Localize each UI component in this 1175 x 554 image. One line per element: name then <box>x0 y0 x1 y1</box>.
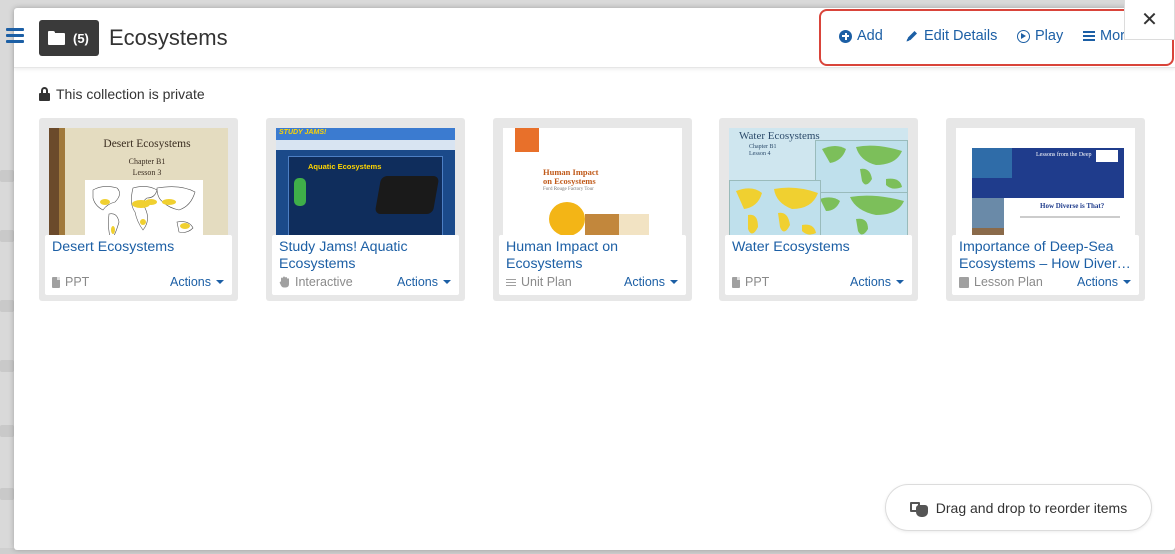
actions-label: Actions <box>170 275 211 289</box>
privacy-text: This collection is private <box>56 86 205 102</box>
item-actions-dropdown[interactable]: Actions <box>397 275 451 289</box>
item-title-link[interactable]: Human Impact on Ecosystems <box>506 239 679 274</box>
collection-count-badge: (5) <box>39 20 99 56</box>
thumbnail-subtitle: Chapter B1 Lesson 3 <box>67 156 227 178</box>
item-info: Importance of Deep-Sea Ecosystems – How … <box>952 235 1139 295</box>
thumbnail-heading: How Diverse is That? <box>1040 202 1105 210</box>
item-thumbnail[interactable]: Lessons from the Deep How Diverse is Tha… <box>956 128 1135 246</box>
item-type-label: PPT <box>745 275 770 289</box>
modal-header: (5) Ecosystems Add Edit Details Play Mor… <box>6 0 1175 68</box>
item-title-link[interactable]: Study Jams! Aquatic Ecosystems <box>279 239 452 274</box>
add-icon <box>839 29 852 43</box>
list-icon <box>506 278 516 287</box>
thumbnail-title-line2: on Ecosystems <box>543 176 596 186</box>
thumbnail-title: Human Impact on Ecosystems <box>543 168 599 186</box>
actions-label: Actions <box>850 275 891 289</box>
item-title-link[interactable]: Importance of Deep-Sea Ecosystems – How … <box>959 239 1132 274</box>
caret-down-icon <box>670 280 678 284</box>
item-info: Water Ecosystems PPT Actions <box>725 235 912 295</box>
backdrop-mark <box>0 488 14 500</box>
caret-down-icon <box>1123 280 1131 284</box>
item-type: Unit Plan <box>506 275 572 289</box>
thumbnail-logo: STUDY JAMS! <box>279 129 327 136</box>
close-button[interactable]: ✕ <box>1124 0 1175 40</box>
item-type: Lesson Plan <box>959 275 1043 289</box>
item-type: PPT <box>52 275 89 289</box>
play-icon <box>1017 29 1030 43</box>
close-icon: ✕ <box>1141 8 1158 31</box>
privacy-notice: This collection is private <box>39 86 205 102</box>
item-info: Human Impact on Ecosystems Unit Plan Act… <box>499 235 686 295</box>
thumbnail-title: Water Ecosystems <box>739 130 820 142</box>
caret-down-icon <box>216 280 224 284</box>
item-thumbnail[interactable]: Water Ecosystems Chapter B1 Lesson 4 <box>729 128 908 246</box>
pencil-icon <box>905 29 919 43</box>
backdrop-mark <box>0 300 14 312</box>
backdrop-mark <box>0 170 14 182</box>
collection-item-card[interactable]: Water Ecosystems Chapter B1 Lesson 4 Wat… <box>719 118 918 301</box>
caret-down-icon <box>896 280 904 284</box>
item-type-label: PPT <box>65 275 90 289</box>
collection-count: (5) <box>73 30 89 46</box>
actions-label: Actions <box>624 275 665 289</box>
item-thumbnail[interactable]: Desert Ecosystems Chapter B1 Lesson 3 <box>49 128 228 246</box>
hand-icon <box>279 276 290 288</box>
actions-label: Actions <box>397 275 438 289</box>
item-type-label: Lesson Plan <box>974 275 1043 289</box>
item-type: PPT <box>732 275 769 289</box>
thumbnail-title: Lessons from the Deep <box>1036 152 1092 158</box>
item-actions-dropdown[interactable]: Actions <box>850 275 904 289</box>
item-title-link[interactable]: Desert Ecosystems <box>52 239 225 274</box>
item-thumbnail[interactable]: Human Impact on Ecosystems Ford Rouge Fa… <box>503 128 682 246</box>
item-type: Interactive <box>279 275 353 289</box>
collection-item-card[interactable]: Human Impact on Ecosystems Ford Rouge Fa… <box>493 118 692 301</box>
add-button[interactable]: Add <box>839 28 883 44</box>
menu-button[interactable] <box>0 20 30 50</box>
item-actions-dropdown[interactable]: Actions <box>170 275 224 289</box>
book-icon <box>959 276 969 288</box>
backdrop-mark <box>0 360 14 372</box>
play-button[interactable]: Play <box>1017 28 1063 44</box>
collection-item-card[interactable]: STUDY JAMS! Aquatic Ecosystems Study Jam… <box>266 118 465 301</box>
item-info: Study Jams! Aquatic Ecosystems Interacti… <box>272 235 459 295</box>
caret-down-icon <box>443 280 451 284</box>
item-info: Desert Ecosystems PPT Actions <box>45 235 232 295</box>
thumbnail-subtitle: Ford Rouge Factory Tour <box>543 187 594 192</box>
edit-details-button[interactable]: Edit Details <box>905 28 997 44</box>
document-icon <box>52 276 60 288</box>
thumbnail-chapter: Chapter B1 <box>749 144 777 150</box>
page-title: Ecosystems <box>109 25 228 50</box>
edit-details-label: Edit Details <box>924 28 998 44</box>
actions-label: Actions <box>1077 275 1118 289</box>
drag-icon <box>909 499 928 517</box>
item-actions-dropdown[interactable]: Actions <box>1077 275 1131 289</box>
menu-icon <box>6 28 24 43</box>
collection-item-card[interactable]: Desert Ecosystems Chapter B1 Lesson 3 De… <box>39 118 238 301</box>
thumbnail-lesson: Lesson 3 <box>132 168 162 177</box>
play-label: Play <box>1035 28 1064 44</box>
collection-modal: (5) Ecosystems Add Edit Details Play Mor… <box>6 0 1175 550</box>
lock-icon <box>39 87 50 101</box>
item-type-label: Interactive <box>295 275 353 289</box>
backdrop-mark <box>0 230 14 242</box>
document-icon <box>732 276 740 288</box>
backdrop-mark <box>0 425 14 437</box>
add-label: Add <box>857 28 883 44</box>
item-title-link[interactable]: Water Ecosystems <box>732 239 905 274</box>
thumbnail-subtitle: Chapter B1 Lesson 4 <box>749 144 777 158</box>
collection-item-card[interactable]: Lessons from the Deep How Diverse is Tha… <box>946 118 1145 301</box>
world-map-image <box>815 140 908 196</box>
thumbnail-chapter: Chapter B1 <box>128 157 166 166</box>
item-actions-dropdown[interactable]: Actions <box>624 275 678 289</box>
more-icon <box>1083 31 1095 41</box>
item-thumbnail[interactable]: STUDY JAMS! Aquatic Ecosystems <box>276 128 455 246</box>
reorder-items-label: Drag and drop to reorder items <box>935 499 1128 516</box>
reorder-items-button[interactable]: Drag and drop to reorder items <box>885 484 1152 531</box>
thumbnail-title: Aquatic Ecosystems <box>308 162 382 171</box>
thumbnail-title: Desert Ecosystems <box>103 138 191 150</box>
folder-icon <box>48 31 65 45</box>
item-type-label: Unit Plan <box>521 275 572 289</box>
thumbnail-lesson: Lesson 4 <box>749 151 771 157</box>
